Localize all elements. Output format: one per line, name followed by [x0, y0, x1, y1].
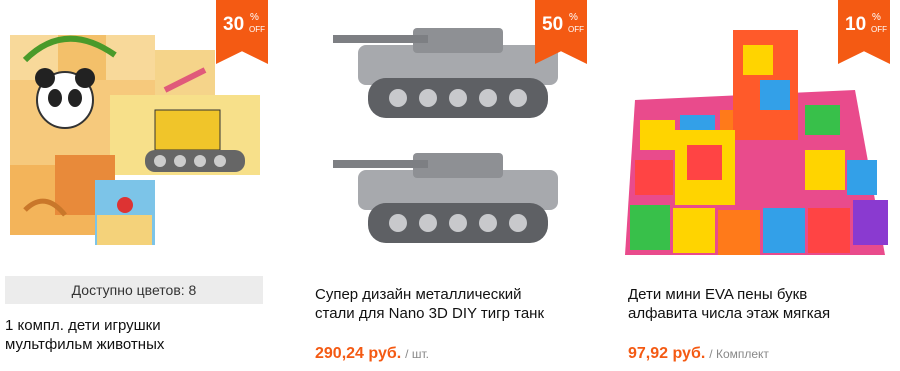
title-line-1: Дети мини EVA пены букв — [628, 286, 808, 303]
title-line-1: Супер дизайн металлический — [315, 286, 522, 303]
percent-sign: % — [569, 12, 578, 23]
product-price: 97,92 руб. / Комплект — [628, 345, 769, 363]
off-label: OFF — [249, 25, 265, 34]
off-label: OFF — [568, 25, 584, 34]
product-card[interactable]: 10 % OFF Дети мини EVA пены букв алфавит… — [625, 0, 900, 371]
product-grid: 30 % OFF Доступно цветов: 8 1 компл. дет… — [0, 0, 900, 371]
discount-value: 50 — [542, 14, 564, 35]
price-unit: / Комплект — [709, 347, 769, 361]
discount-value: 30 — [223, 14, 245, 35]
colors-available[interactable]: Доступно цветов: 8 — [5, 276, 263, 304]
title-line-1: 1 компл. дети игрушки — [5, 317, 161, 334]
product-card[interactable]: 50 % OFF Супер дизайн металлический стал… — [313, 0, 593, 371]
title-line-2: алфавита числа этаж мягкая — [628, 305, 831, 322]
product-price: 290,24 руб. / шт. — [315, 345, 429, 363]
product-title[interactable]: 1 компл. дети игрушки мультфильм животны… — [5, 316, 270, 354]
product-card[interactable]: 30 % OFF Доступно цветов: 8 1 компл. дет… — [0, 0, 270, 371]
price-value: 97,92 руб. — [628, 345, 706, 362]
percent-sign: % — [872, 12, 881, 23]
off-label: OFF — [871, 25, 887, 34]
title-line-2: мультфильм животных — [5, 336, 165, 353]
discount-value: 10 — [845, 14, 867, 35]
product-title[interactable]: Супер дизайн металлический стали для Nan… — [315, 285, 580, 323]
title-line-2: стали для Nano 3D DIY тигр танк — [315, 305, 545, 322]
percent-sign: % — [250, 12, 259, 23]
price-unit: / шт. — [405, 347, 429, 361]
price-value: 290,24 руб. — [315, 345, 402, 362]
product-title[interactable]: Дети мини EVA пены букв алфавита числа э… — [628, 285, 893, 323]
